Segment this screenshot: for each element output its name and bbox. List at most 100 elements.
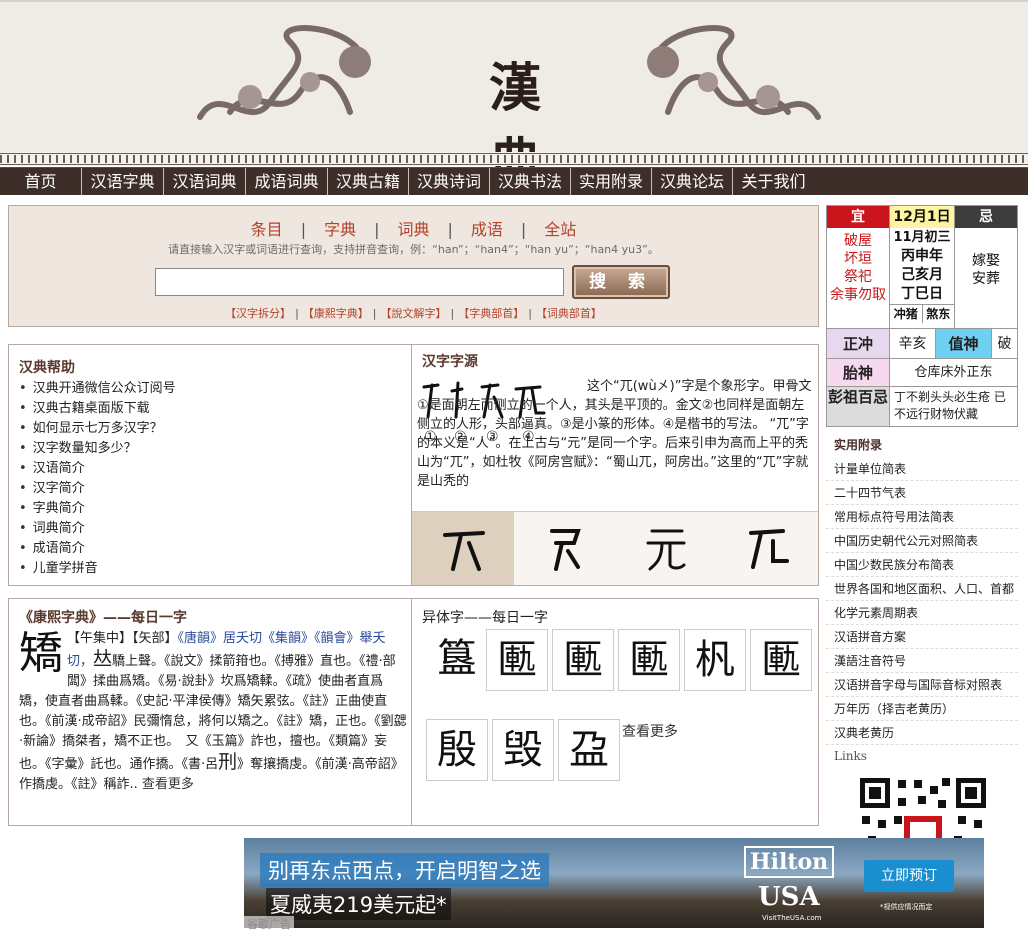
variant-char[interactable]: 毁 — [492, 719, 554, 781]
scope-tab-zidian[interactable]: 字典 — [306, 220, 374, 239]
kangxi-text-d: 驕上聲。《說文》揉箭箝也。《搏雅》直也。《禮·部闆》揉曲爲矯。《易·說卦》坎爲矯… — [19, 654, 407, 772]
zhishen-value: 破 — [991, 329, 1017, 358]
nav-cidian[interactable]: 汉语词典 — [164, 168, 246, 195]
ad-banner[interactable]: 别再东点西点，开启明智之选 夏威夷219美元起* Hilton USA Visi… — [244, 838, 984, 928]
scope-tab-chengyu[interactable]: 成语 — [453, 220, 521, 239]
help-item[interactable]: 汉典开通微信公众订阅号 — [19, 379, 176, 399]
taishen-label: 胎神 — [827, 359, 889, 386]
variant-daily-panel: 异体字——每日一字 簋 匭 匭 匭 杋 匭 殷 毁 盁 查看更多 — [411, 598, 819, 826]
nav-zidian[interactable]: 汉语字典 — [82, 168, 164, 195]
scope-tab-quanzhan[interactable]: 全站 — [526, 220, 594, 239]
nav-home[interactable]: 首页 — [0, 168, 82, 195]
help-item[interactable]: 词典简介 — [19, 519, 176, 539]
pengzu-label: 彭祖百忌 — [827, 387, 889, 426]
sidebar-item[interactable]: 漢語注音符号 — [826, 649, 1018, 673]
ji-item: 嫁娶 — [972, 253, 1000, 269]
sidebar-item[interactable]: 二十四节气表 — [826, 481, 1018, 505]
ad-note: *视供应情况而定 — [880, 903, 933, 911]
almanac-ji-list: 嫁娶 安葬 — [955, 252, 1017, 288]
variant-more-link[interactable]: 查看更多 — [622, 721, 678, 741]
almanac-lunar: 11月初三 丙申年 己亥月 丁巳日 冲猪 煞东 — [889, 228, 955, 328]
yi-item: 余事勿取 — [830, 287, 886, 303]
help-item[interactable]: 汉典古籍桌面版下载 — [19, 399, 176, 419]
yi-item: 祭祀 — [844, 269, 872, 285]
kangxi-more-link[interactable]: 查看更多 — [142, 777, 194, 792]
char-origin-panel: 汉字字源 ① ② ③ ④ 这个“兀(wù㐅)”字是个象形字。甲骨文①是面朝左而侧… — [411, 344, 819, 586]
almanac-row-chong: 正冲 辛亥 值神 破 — [827, 328, 1017, 358]
quick-link-shuowen[interactable]: 【說文解字】 — [381, 307, 447, 320]
main-nav: 首页 汉语字典 汉语词典 成语词典 汉典古籍 汉典诗词 汉典书法 实用附录 汉典… — [0, 167, 1028, 195]
nav-shufa[interactable]: 汉典书法 — [490, 168, 571, 195]
search-input[interactable] — [155, 268, 564, 296]
zhengchong-label: 正冲 — [827, 329, 889, 358]
scope-tab-cidian[interactable]: 词典 — [379, 220, 447, 239]
sidebar-item[interactable]: 化学元素周期表 — [826, 601, 1018, 625]
taishen-value: 仓库床外正东 — [889, 359, 1017, 386]
ad-book-button[interactable]: 立即预订 — [864, 860, 954, 892]
variant-char[interactable]: 匭 — [750, 629, 812, 691]
sidebar-item[interactable]: 汉典老黄历 — [826, 721, 1018, 745]
kangxi-text-a: 【午集中】【矢部】 — [67, 631, 178, 646]
lunar-line: 丙申年 — [901, 248, 943, 264]
kangxi-daily-panel: 《康熙字典》——每日一字 矯 【午集中】【矢部】《唐韻》居夭切《集韻》《韻會》舉… — [8, 598, 412, 826]
nav-guji[interactable]: 汉典古籍 — [328, 168, 409, 195]
help-item[interactable]: 如何显示七万多汉字？ — [19, 419, 176, 439]
quick-link-zidian-bushou[interactable]: 【字典部首】 — [458, 307, 524, 320]
help-item[interactable]: 汉语简介 — [19, 459, 176, 479]
sidebar-item[interactable]: 世界各国和地区面积、人口、首都 — [826, 577, 1018, 601]
lunar-line: 11月初三 — [893, 230, 951, 245]
sidebar-item[interactable]: 中国历史朝代公元对照简表 — [826, 529, 1018, 553]
variant-char[interactable]: 匭 — [486, 629, 548, 691]
nav-luntan[interactable]: 汉典论坛 — [652, 168, 733, 195]
search-hint: 请直接输入汉字或词语进行查询，支持拼音查询，例：“han”；“han4”；“ha… — [168, 243, 659, 256]
help-item[interactable]: 成语简介 — [19, 539, 176, 559]
scope-tab-tiaomu[interactable]: 条目 — [233, 220, 301, 239]
variant-char[interactable]: 盁 — [558, 719, 620, 781]
origin-glyph-strip — [412, 511, 818, 585]
sidebar-item[interactable]: 汉语拼音方案 — [826, 625, 1018, 649]
quick-link-chaifen[interactable]: 【汉字拆分】 — [225, 307, 291, 320]
quick-link-kangxi[interactable]: 【康熙字典】 — [303, 307, 369, 320]
variant-title: 异体字——每日一字 — [422, 610, 548, 626]
help-item[interactable]: 汉字数量知多少？ — [19, 439, 176, 459]
site-header: 漢典 — [0, 0, 1028, 194]
origin-strip-jiaguwen[interactable] — [412, 512, 514, 585]
fret-border — [0, 152, 1028, 166]
almanac-chong: 冲猪 — [890, 305, 923, 323]
help-item[interactable]: 汉字简介 — [19, 479, 176, 499]
almanac-yi-list: 破屋 坏垣 祭祀 余事勿取 — [827, 232, 889, 304]
variant-char[interactable]: 匭 — [618, 629, 680, 691]
jinwen-glyph-icon — [550, 528, 582, 571]
variant-char-main[interactable]: 簋 — [426, 629, 488, 691]
dragon-left-icon — [197, 25, 371, 120]
nav-fulu[interactable]: 实用附录 — [571, 168, 652, 195]
sidebar-item[interactable]: 计量单位简表 — [826, 457, 1018, 481]
sidebar-item[interactable]: 万年历（择吉老黄历） — [826, 697, 1018, 721]
ji-item: 安葬 — [972, 271, 1000, 287]
origin-strip-xiaozhuan[interactable] — [615, 512, 717, 585]
lunar-line: 丁巳日 — [901, 286, 943, 302]
help-item[interactable]: 儿童学拼音 — [19, 559, 176, 579]
help-item[interactable]: 字典简介 — [19, 499, 176, 519]
variant-char[interactable]: 杋 — [684, 629, 746, 691]
dragon-right-icon — [647, 25, 821, 120]
sidebar-item[interactable]: 汉语拼音字母与国际音标对照表 — [826, 673, 1018, 697]
sidebar-section-title: 实用附录 — [834, 438, 883, 452]
search-button[interactable]: 搜 索 — [572, 265, 670, 299]
lunar-line: 己亥月 — [901, 267, 943, 283]
sidebar-item[interactable]: 常用标点符号用法简表 — [826, 505, 1018, 529]
help-list: 汉典开通微信公众订阅号 汉典古籍桌面版下载 如何显示七万多汉字？ 汉字数量知多少… — [19, 379, 176, 579]
kangxi-char: 矯 — [19, 628, 63, 679]
variant-char[interactable]: 匭 — [552, 629, 614, 691]
sidebar-item[interactable]: 中国少数民族分布简表 — [826, 553, 1018, 577]
kangxi-text-e: 刑 — [218, 751, 238, 773]
nav-chengyu[interactable]: 成语词典 — [246, 168, 328, 195]
kangxi-text-c: 𠀤 — [93, 648, 113, 670]
origin-strip-kaishu[interactable] — [717, 512, 819, 585]
variant-char[interactable]: 殷 — [426, 719, 488, 781]
origin-strip-jinwen[interactable] — [514, 512, 616, 585]
kangxi-title[interactable]: 《康熙字典》——每日一字 — [19, 607, 187, 627]
nav-shici[interactable]: 汉典诗词 — [409, 168, 490, 195]
quick-link-cidian-bushou[interactable]: 【词典部首】 — [536, 307, 602, 320]
nav-about[interactable]: 关于我们 — [733, 168, 814, 195]
